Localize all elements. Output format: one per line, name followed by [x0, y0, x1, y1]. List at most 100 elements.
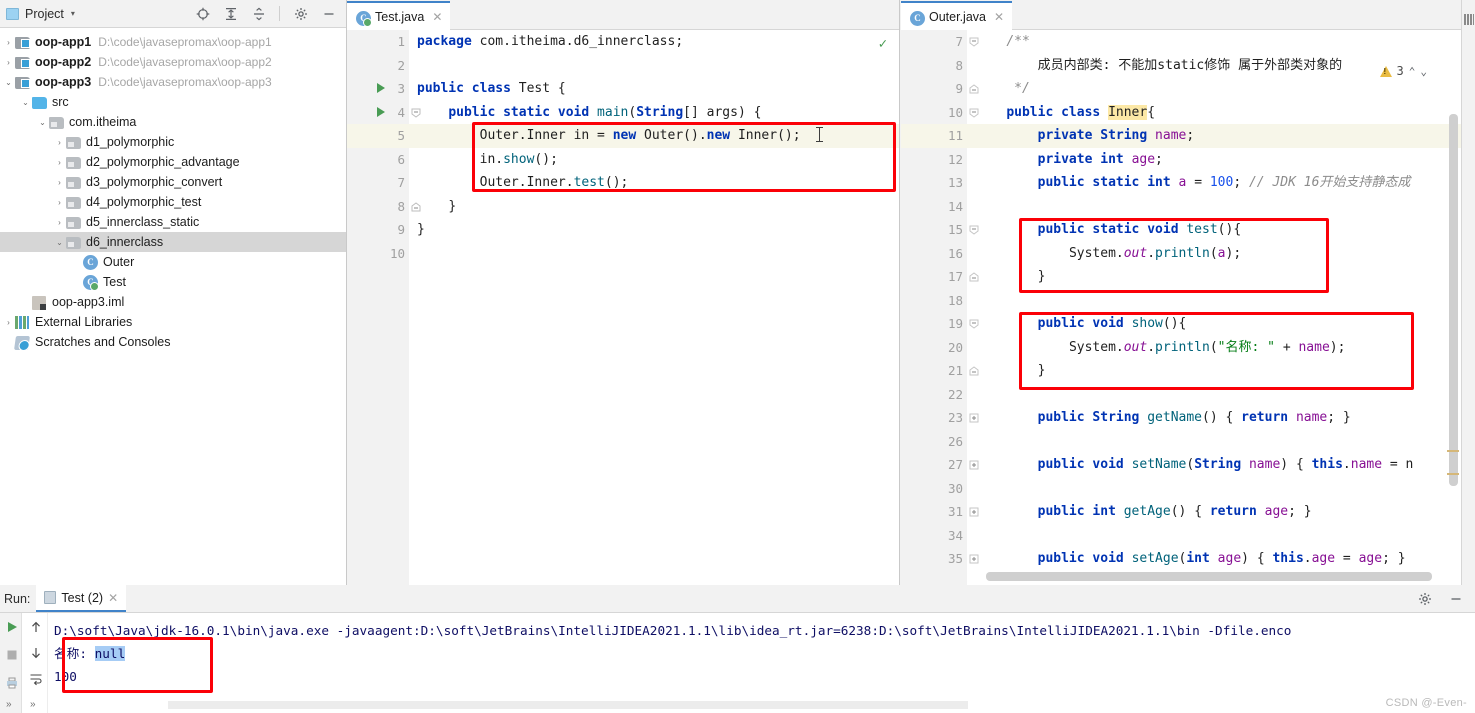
gutter-line-number[interactable]: 8 [901, 54, 967, 78]
tree-item-d2-polymorphic-advantage[interactable]: › d2_polymorphic_advantage [0, 152, 346, 172]
gutter-line-number[interactable]: 6 [347, 148, 409, 172]
code-line[interactable] [409, 54, 899, 78]
gutter-line-number[interactable]: 23 [901, 406, 979, 430]
chevron-right-icon[interactable]: › [53, 198, 66, 207]
minimize-icon[interactable] [1448, 591, 1463, 606]
gutter-line-number[interactable]: 1 [347, 30, 409, 54]
code-lines-left[interactable]: package com.itheima.d6_innerclass;public… [409, 30, 899, 585]
tree-item-test[interactable]: ·C Test [0, 272, 346, 292]
gutter-line-number[interactable]: 9 [901, 77, 979, 101]
code-lines-right[interactable]: /** 成员内部类: 不能加static修饰 属于外部类对象的 */ publi… [967, 30, 1461, 585]
chevron-up-icon[interactable]: ⌃ [1409, 65, 1416, 78]
tree-item-d5-innerclass-static[interactable]: › d5_innerclass_static [0, 212, 346, 232]
chevron-down-icon[interactable]: ⌄ [36, 118, 49, 127]
code-line[interactable]: public static void test(){ [967, 218, 1461, 242]
chevron-down-icon[interactable]: ⌄ [19, 98, 32, 107]
code-area-left[interactable]: 1 2 3 4 5 6 7 8 9 10 package com.itheima.d6_inner… [347, 30, 899, 585]
gutter-line-number[interactable]: 27 [901, 453, 979, 477]
code-line[interactable] [967, 477, 1461, 501]
tree-item-com-itheima[interactable]: ⌄ com.itheima [0, 112, 346, 132]
code-line[interactable]: public void setAge(int age) { this.age =… [967, 547, 1461, 571]
code-line[interactable]: /** [967, 30, 1461, 54]
expand-strip-icon[interactable]: » [6, 699, 12, 710]
chevron-right-icon[interactable]: › [53, 218, 66, 227]
console-horizontal-scrollbar[interactable] [168, 701, 968, 709]
close-icon[interactable]: ✕ [994, 10, 1004, 24]
code-line[interactable]: System.out.println(a); [967, 242, 1461, 266]
gutter-line-number[interactable]: 30 [901, 477, 967, 501]
run-tab-test[interactable]: Test (2) ✕ [36, 585, 127, 612]
code-line[interactable]: public static void main(String[] args) { [409, 101, 899, 125]
stop-icon[interactable] [4, 647, 19, 662]
console-output[interactable]: D:\soft\Java\jdk-16.0.1\bin\java.exe -ja… [48, 613, 1475, 713]
gutter-line-number[interactable]: 18 [901, 289, 967, 313]
chevron-down-icon[interactable]: ▾ [71, 9, 75, 18]
gutter-line-number[interactable]: 7 [901, 30, 979, 54]
chevron-down-icon[interactable]: ⌄ [53, 238, 66, 247]
gutter-line-number[interactable]: 34 [901, 524, 967, 548]
collapse-all-icon[interactable] [251, 6, 266, 21]
code-area-right[interactable]: 7 8 9 10 11 12 13 14 15 16 17 18 19 20 21 22 23 26 27 30 31 3… [901, 30, 1461, 585]
run-gutter-icon[interactable] [377, 83, 385, 93]
chevron-right-icon[interactable]: › [53, 138, 66, 147]
locate-icon[interactable] [195, 6, 210, 21]
gutter-line-number[interactable]: 12 [901, 148, 967, 172]
gutter-line-number[interactable]: 4 [347, 101, 421, 125]
code-line[interactable] [967, 195, 1461, 219]
editor-vertical-scrollbar[interactable] [1449, 114, 1458, 486]
settings-gear-icon[interactable] [293, 6, 308, 21]
sidebar-item-database[interactable]: Database [1447, 40, 1475, 92]
minimize-icon[interactable] [321, 6, 336, 21]
close-icon[interactable]: ✕ [432, 10, 442, 24]
chevron-right-icon[interactable]: › [2, 58, 15, 67]
gutter-line-number[interactable]: 21 [901, 359, 979, 383]
tree-item-d4-polymorphic-test[interactable]: › d4_polymorphic_test [0, 192, 346, 212]
code-line[interactable]: System.out.println("名称: " + name); [967, 336, 1461, 360]
code-line[interactable]: } [409, 218, 899, 242]
code-line[interactable]: public int getAge() { return age; } [967, 500, 1461, 524]
settings-gear-icon[interactable] [1417, 591, 1432, 606]
code-line[interactable]: in.show(); [409, 148, 899, 172]
gutter-line-number[interactable]: 8 [347, 195, 421, 219]
code-line[interactable] [967, 524, 1461, 548]
tree-item-scratches-and-consoles[interactable]: · Scratches and Consoles [0, 332, 346, 352]
gutter-line-number[interactable]: 26 [901, 430, 967, 454]
code-line[interactable]: } [967, 265, 1461, 289]
expand-all-icon[interactable] [223, 6, 238, 21]
code-line[interactable]: } [409, 195, 899, 219]
tab-outer-java[interactable]: C Outer.java ✕ [901, 1, 1013, 30]
rerun-icon[interactable] [4, 619, 19, 634]
gutter-right[interactable]: 7 8 9 10 11 12 13 14 15 16 17 18 19 20 21 22 23 26 27 30 31 3… [901, 30, 979, 585]
code-line[interactable]: private String name; [967, 124, 1461, 148]
code-line[interactable] [409, 242, 899, 266]
gutter-line-number[interactable]: 31 [901, 500, 979, 524]
gutter-line-number[interactable]: 16 [901, 242, 967, 266]
code-line[interactable]: package com.itheima.d6_innerclass; [409, 30, 899, 54]
chevron-right-icon[interactable]: › [53, 178, 66, 187]
tree-item-outer[interactable]: ·C Outer [0, 252, 346, 272]
chevron-down-icon[interactable]: ⌄ [1420, 65, 1427, 78]
tree-item-oop-app3-iml[interactable]: · oop-app3.iml [0, 292, 346, 312]
code-line[interactable]: public static int a = 100; // JDK 16开始支持… [967, 171, 1461, 195]
gutter-line-number[interactable]: 9 [347, 218, 409, 242]
tree-item-d6-innerclass[interactable]: ⌄ d6_innerclass [0, 232, 346, 252]
gutter-line-number[interactable]: 35 [901, 547, 979, 571]
code-line[interactable]: } [967, 359, 1461, 383]
scroll-down-icon[interactable] [28, 645, 43, 660]
code-line[interactable]: public void show(){ [967, 312, 1461, 336]
gutter-line-number[interactable]: 19 [901, 312, 979, 336]
gutter-left[interactable]: 1 2 3 4 5 6 7 8 9 10 [347, 30, 421, 585]
code-line[interactable]: public void setName(String name) { this.… [967, 453, 1461, 477]
tree-item-src[interactable]: ⌄ src [0, 92, 346, 112]
gutter-line-number[interactable]: 20 [901, 336, 967, 360]
editor-horizontal-scrollbar[interactable] [986, 572, 1432, 581]
close-icon[interactable]: ✕ [108, 591, 118, 605]
gutter-line-number[interactable]: 13 [901, 171, 967, 195]
gutter-line-number[interactable]: 22 [901, 383, 967, 407]
scroll-up-icon[interactable] [28, 619, 43, 634]
code-line[interactable]: private int age; [967, 148, 1461, 172]
code-line[interactable]: public String getName() { return name; } [967, 406, 1461, 430]
soft-wrap-icon[interactable] [28, 671, 43, 686]
gutter-line-number[interactable]: 10 [901, 101, 979, 125]
gutter-line-number[interactable]: 5 [347, 124, 409, 148]
